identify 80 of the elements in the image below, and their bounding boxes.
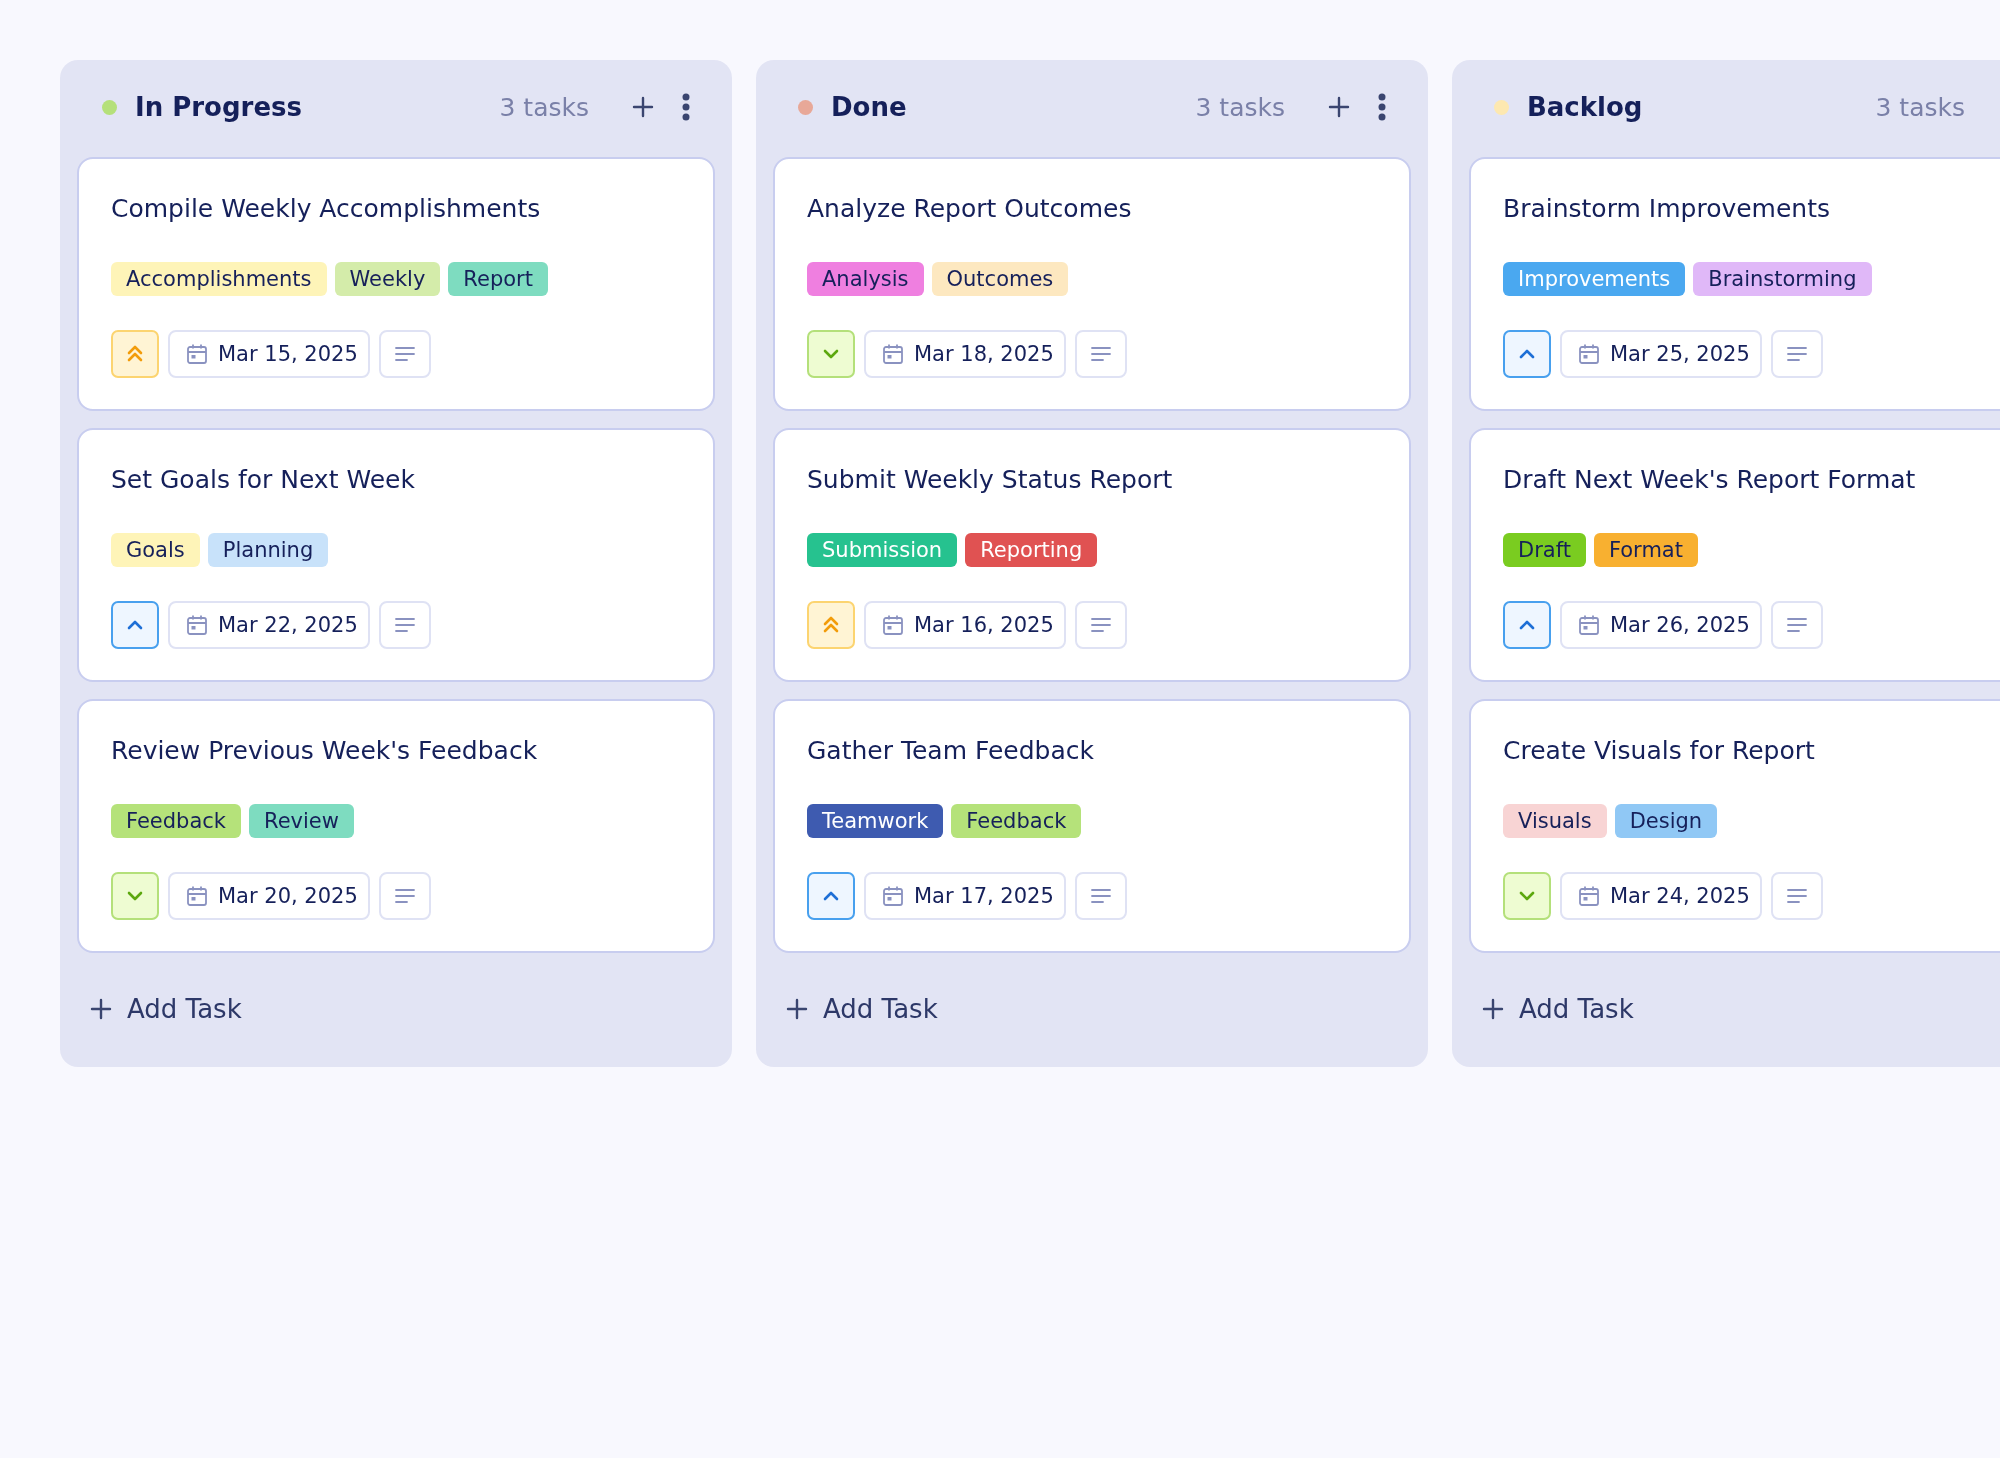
tag-label: Draft [1503, 533, 1586, 567]
task-title: Draft Next Week's Report Format [1503, 465, 1917, 494]
add-task-button[interactable]: Add Task [773, 970, 950, 1024]
due-date-button[interactable]: Mar 26, 2025 [1560, 601, 1762, 649]
tag-label: Teamwork [807, 804, 944, 838]
tag-label: Visuals [1503, 804, 1607, 838]
tag-label: Planning [207, 533, 329, 567]
due-date-button[interactable]: Mar 16, 2025 [864, 601, 1066, 649]
due-date-button[interactable]: Mar 24, 2025 [1560, 872, 1762, 920]
task-card[interactable]: Create Visuals for Report Visuals Design Mar 24, 2025 [1469, 699, 2000, 953]
task-card[interactable]: Gather Team Feedback Teamwork Feedback Mar 17, 2025 [773, 699, 1411, 953]
task-card[interactable]: Compile Weekly Accomplishments Accomplishments Weekly Report Mar 15, 2025 [77, 157, 715, 411]
description-icon[interactable] [1770, 601, 1823, 649]
description-icon[interactable] [1074, 872, 1127, 920]
calendar-icon [186, 614, 208, 636]
tag-label: Accomplishments [111, 262, 327, 296]
tag-label: Outcomes [931, 262, 1069, 296]
task-title: Review Previous Week's Feedback [111, 736, 539, 765]
description-icon[interactable] [378, 872, 431, 920]
add-task-button[interactable]: Add Task [1469, 970, 1646, 1024]
task-card[interactable]: Review Previous Week's Feedback Feedback Review Mar 20, 2025 [77, 699, 715, 953]
calendar-icon [1578, 614, 1600, 636]
due-date-button[interactable]: Mar 25, 2025 [1560, 330, 1762, 378]
priority-button[interactable] [111, 601, 159, 649]
task-card[interactable]: Brainstorm Improvements Improvements Brainstorming Mar 25, 2025 [1469, 157, 2000, 411]
calendar-icon [882, 614, 904, 636]
calendar-icon [1578, 885, 1600, 907]
task-card[interactable]: Draft Next Week's Report Format Draft Format Mar 26, 2025 [1469, 428, 2000, 682]
task-count: 3 tasks [1875, 92, 1965, 122]
task-title: Submit Weekly Status Report [807, 465, 1174, 494]
plus-icon [89, 997, 113, 1021]
calendar-icon [1578, 343, 1600, 365]
task-title: Compile Weekly Accomplishments [111, 194, 542, 223]
description-icon[interactable] [378, 601, 431, 649]
tag-label: Feedback [111, 804, 241, 838]
tag-label: Brainstorming [1693, 262, 1872, 296]
tag-label: Report [448, 262, 548, 296]
tag-label: Submission [807, 533, 958, 567]
description-icon[interactable] [1074, 601, 1127, 649]
task-title: Brainstorm Improvements [1503, 194, 1831, 223]
task-count: 3 tasks [1195, 92, 1285, 122]
task-count: 3 tasks [499, 92, 589, 122]
calendar-icon [882, 885, 904, 907]
priority-button[interactable] [1503, 330, 1551, 378]
task-card[interactable]: Submit Weekly Status Report Submission Reporting Mar 16, 2025 [773, 428, 1411, 682]
task-card[interactable]: Analyze Report Outcomes Analysis Outcomes Mar 18, 2025 [773, 157, 1411, 411]
calendar-icon [882, 343, 904, 365]
due-date-button[interactable]: Mar 17, 2025 [864, 872, 1066, 920]
description-icon[interactable] [1074, 330, 1127, 378]
due-date-button[interactable]: Mar 18, 2025 [864, 330, 1066, 378]
column-title: In Progress [135, 92, 303, 122]
task-title: Set Goals for Next Week [111, 465, 416, 494]
description-icon[interactable] [1770, 872, 1823, 920]
task-title: Analyze Report Outcomes [807, 194, 1133, 223]
plus-icon [785, 997, 809, 1021]
tag-label: Format [1593, 533, 1698, 567]
add-task-button[interactable]: Add Task [77, 970, 254, 1024]
priority-button[interactable] [807, 872, 855, 920]
task-title: Create Visuals for Report [1503, 736, 1816, 765]
task-title: Gather Team Feedback [807, 736, 1096, 765]
tag-label: Goals [111, 533, 200, 567]
description-icon[interactable] [378, 330, 431, 378]
description-icon[interactable] [1770, 330, 1823, 378]
tag-label: Improvements [1503, 262, 1686, 296]
due-date-button[interactable]: Mar 20, 2025 [168, 872, 370, 920]
calendar-icon [186, 343, 208, 365]
tag-label: Analysis [807, 262, 924, 296]
calendar-icon [186, 885, 208, 907]
plus-icon [1481, 997, 1505, 1021]
column-title: Backlog [1527, 92, 1644, 122]
tag-label: Review [249, 804, 354, 838]
priority-button[interactable] [1503, 601, 1551, 649]
due-date-button[interactable]: Mar 15, 2025 [168, 330, 370, 378]
tag-label: Reporting [965, 533, 1098, 567]
column-title: Done [831, 92, 908, 122]
tag-label: Weekly [334, 262, 441, 296]
tag-label: Feedback [951, 804, 1082, 838]
tag-label: Design [1614, 804, 1718, 838]
due-date-button[interactable]: Mar 22, 2025 [168, 601, 370, 649]
task-card[interactable]: Set Goals for Next Week Goals Planning Mar 22, 2025 [77, 428, 715, 682]
